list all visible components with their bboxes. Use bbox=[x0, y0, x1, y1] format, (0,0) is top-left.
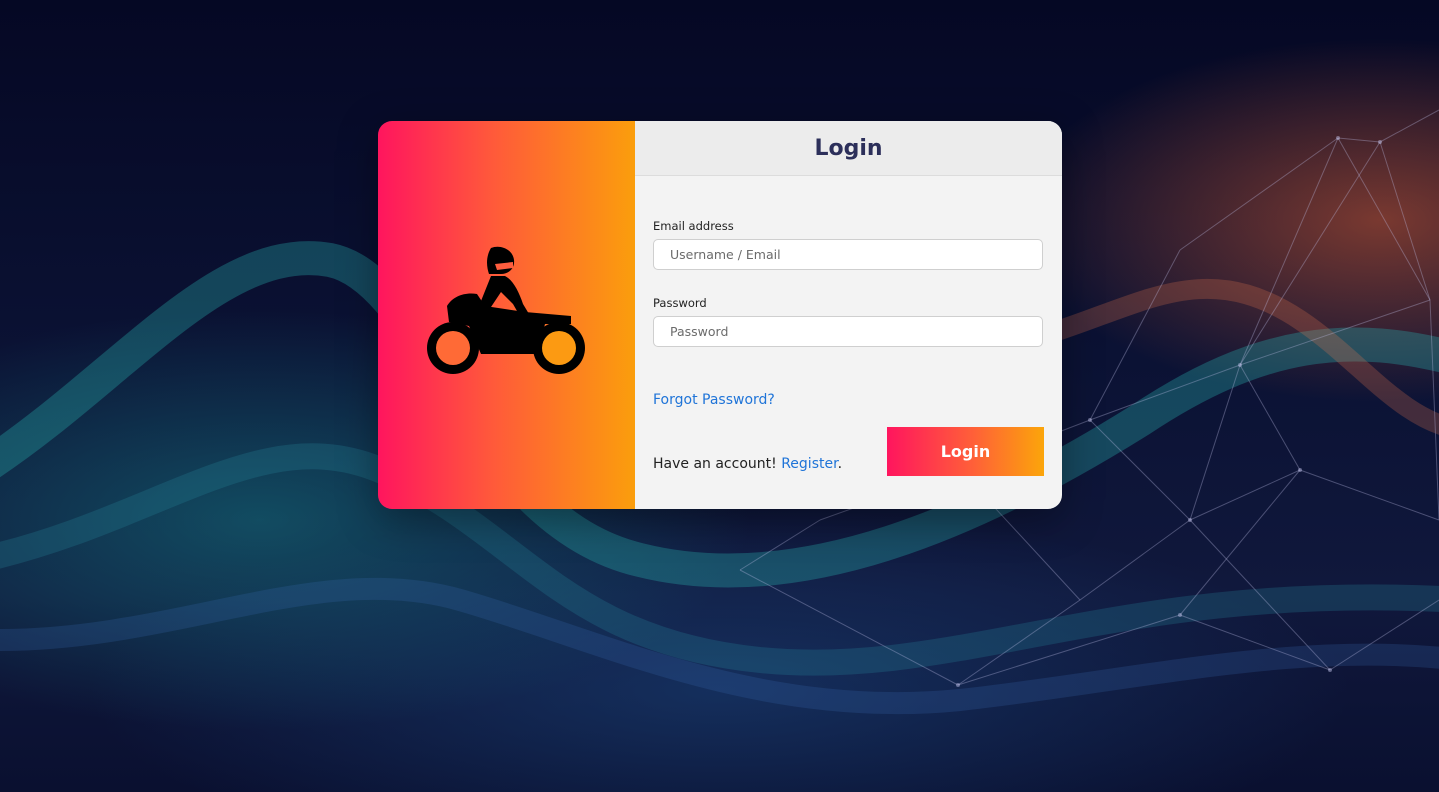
email-label: Email address bbox=[653, 219, 734, 233]
password-label: Password bbox=[653, 296, 707, 310]
brand-panel bbox=[378, 121, 635, 509]
register-suffix: . bbox=[837, 456, 843, 472]
login-card: Login Email address Password Forgot Pass… bbox=[378, 121, 1062, 509]
page-title: Login bbox=[814, 135, 883, 161]
forgot-password-link[interactable]: Forgot Password? bbox=[653, 392, 775, 408]
register-line: Have an account! Register. bbox=[653, 456, 842, 472]
login-button[interactable]: Login bbox=[887, 427, 1044, 476]
email-field[interactable] bbox=[653, 239, 1043, 270]
register-prefix: Have an account! bbox=[653, 456, 777, 472]
password-field[interactable] bbox=[653, 316, 1043, 347]
form-header: Login bbox=[635, 121, 1062, 176]
register-link[interactable]: Register bbox=[781, 456, 837, 472]
login-form-panel: Login Email address Password Forgot Pass… bbox=[635, 121, 1062, 509]
motorcycle-rider-icon bbox=[427, 246, 585, 374]
